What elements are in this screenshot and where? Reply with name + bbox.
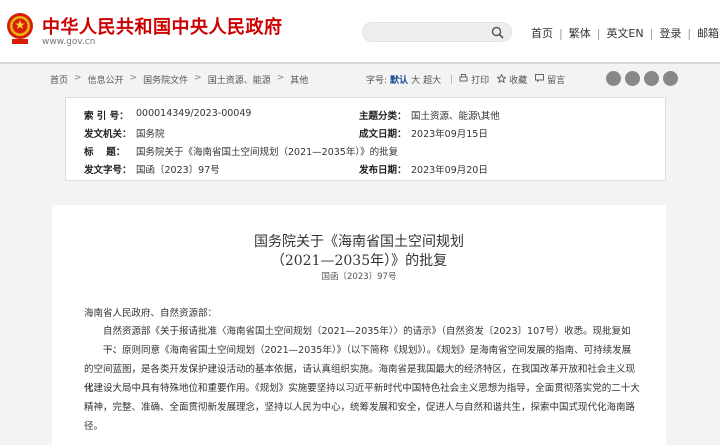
- nav-mail-link[interactable]: 邮箱: [691, 25, 720, 41]
- font-size-label: 字号:: [366, 76, 388, 86]
- nav-login-link[interactable]: 登录: [653, 25, 687, 41]
- comment-icon: [535, 74, 545, 83]
- topic-label: 主题分类：: [359, 111, 407, 122]
- site-url: www.gov.cn: [42, 37, 96, 47]
- paragraph-line: 精神，完整、准确、全面贯彻新发展理念，坚持以人民为中心，统筹发展和安全，促进人与…: [84, 402, 636, 413]
- wechat-icon[interactable]: [625, 71, 640, 86]
- document-metadata: 索 引 号： 000014349/2023-00049 主题分类： 国土资源、能…: [65, 97, 666, 181]
- paragraph-line: 一、原则同意《海南省国土空间规划（2021—2035年）》（以下简称《规划》）。…: [103, 345, 632, 356]
- star-icon: [497, 74, 507, 83]
- paragraph-line: 径。: [84, 421, 104, 432]
- font-large-button[interactable]: 大: [411, 73, 420, 86]
- date-value: 2023年09月15日: [411, 129, 488, 140]
- topic-value: 国土资源、能源\其他: [411, 111, 500, 122]
- search-input[interactable]: [362, 22, 512, 42]
- print-button[interactable]: 打印: [459, 73, 489, 86]
- top-nav: 首页 | 繁体 | 英文EN | 登录 | 邮箱: [525, 25, 720, 41]
- font-default-button[interactable]: 默认: [390, 73, 408, 86]
- pubdate-label: 发布日期：: [359, 165, 407, 176]
- site-title[interactable]: 中华人民共和国中央人民政府: [42, 13, 283, 39]
- weibo-icon[interactable]: [606, 71, 621, 86]
- tools-divider: |: [450, 74, 454, 85]
- breadcrumb-bar: 首页 > 信息公开 > 国务院文件 > 国土资源、能源 > 其他 字号: 默认 大 超大…: [0, 70, 720, 88]
- share-icons: [606, 71, 678, 86]
- index-label: 索 引 号：: [84, 111, 129, 122]
- page-tools: 字号: 默认 大 超大 | 打印 收藏 留言: [366, 73, 565, 86]
- breadcrumb-separator: >: [194, 73, 202, 83]
- paragraph-line: 化建设大局中具有特殊地位和重要作用。《规划》实施要坚持以习近平新时代中国特色社会…: [84, 383, 640, 394]
- comment-button[interactable]: 留言: [535, 73, 565, 86]
- issuer-value: 国务院: [136, 129, 165, 140]
- docno-value: 国函〔2023〕97号: [136, 165, 220, 176]
- document-title-line-1: 国务院关于《海南省国土空间规划: [254, 234, 464, 250]
- nav-english-link[interactable]: 英文EN: [600, 25, 649, 41]
- print-label: 打印: [471, 76, 490, 86]
- breadcrumb-separator: >: [74, 73, 82, 83]
- national-emblem-icon[interactable]: [5, 10, 35, 46]
- breadcrumb-item[interactable]: 首页: [50, 73, 68, 86]
- title-label: 标 题：: [84, 147, 126, 158]
- header-divider: [0, 62, 720, 64]
- docno-label: 发文字号：: [84, 165, 132, 176]
- nav-home-link[interactable]: 首页: [525, 25, 559, 41]
- breadcrumb-item[interactable]: 信息公开: [88, 73, 124, 86]
- breadcrumb-item[interactable]: 国土资源、能源: [208, 73, 271, 86]
- breadcrumb-separator: >: [276, 73, 285, 83]
- pubdate-value: 2023年09月20日: [411, 165, 488, 176]
- qq-icon[interactable]: [644, 71, 659, 86]
- breadcrumb: 首页 > 信息公开 > 国务院文件 > 国土资源、能源 > 其他: [50, 73, 308, 86]
- breadcrumb-item[interactable]: 其他: [290, 73, 308, 86]
- nav-traditional-link[interactable]: 繁体: [563, 25, 597, 41]
- index-value: 000014349/2023-00049: [136, 108, 252, 119]
- favorite-label: 收藏: [509, 76, 528, 86]
- close-icon[interactable]: [663, 71, 678, 86]
- title-value: 国务院关于《海南省国土空间规划（2021—2035年）》的批复: [136, 147, 399, 158]
- document-body: 国务院关于《海南省国土空间规划 （2021—2035年）》的批复 国函〔2023…: [52, 205, 666, 445]
- site-header: 中华人民共和国中央人民政府 www.gov.cn 首页 | 繁体 | 英文EN …: [0, 0, 720, 62]
- print-icon: [459, 74, 468, 82]
- document-number: 国函〔2023〕97号: [321, 272, 397, 282]
- document-title-line-2: （2021—2035年）》的批复: [270, 253, 448, 269]
- breadcrumb-item[interactable]: 国务院文件: [143, 73, 188, 86]
- breadcrumb-separator: >: [129, 73, 138, 83]
- issuer-label: 发文机关：: [84, 129, 132, 140]
- salutation: 海南省人民政府、自然资源部：: [84, 308, 218, 319]
- comment-label: 留言: [547, 76, 566, 86]
- date-label: 成文日期：: [359, 129, 407, 140]
- search-icon[interactable]: [491, 26, 504, 39]
- font-xlarge-button[interactable]: 超大: [423, 73, 441, 86]
- favorite-button[interactable]: 收藏: [497, 73, 527, 86]
